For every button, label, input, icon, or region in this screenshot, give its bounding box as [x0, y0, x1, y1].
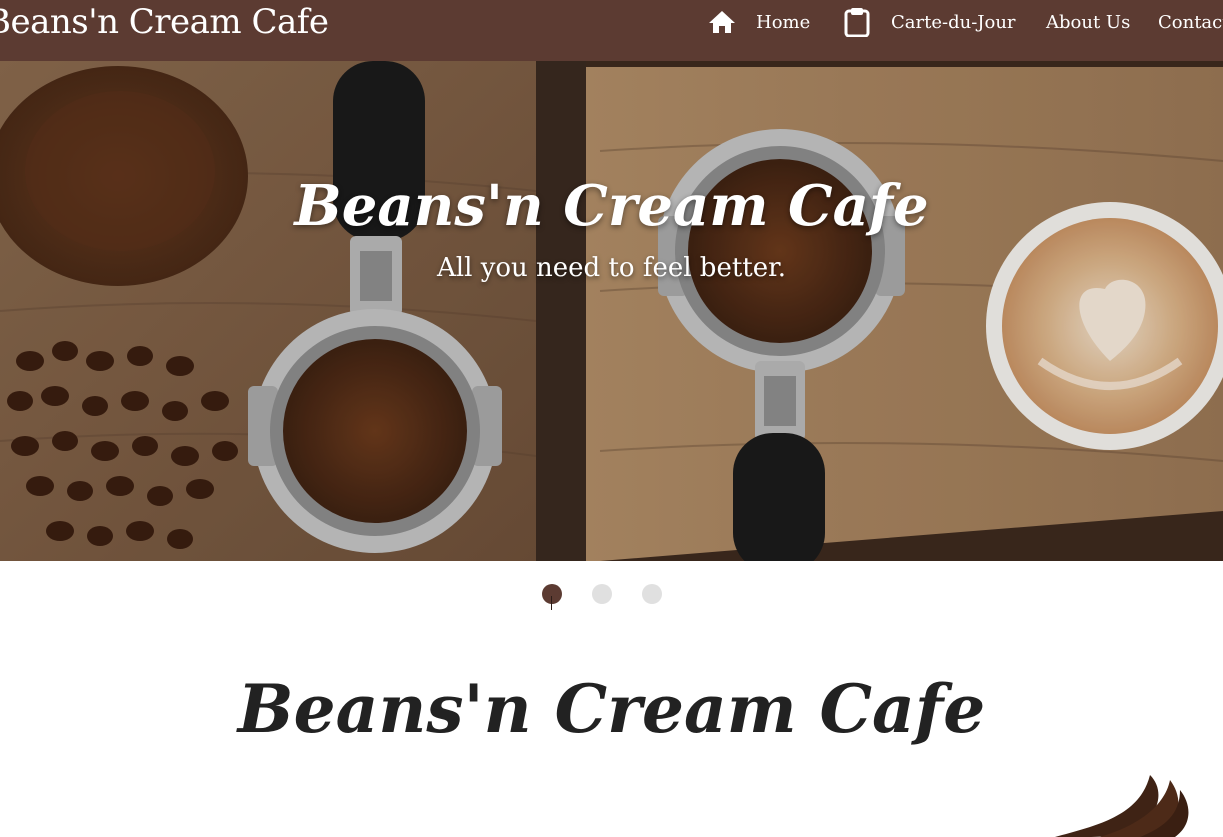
nav-about-label: About Us — [1046, 11, 1131, 33]
brand-title[interactable]: Beans'n Cream Cafe — [0, 0, 329, 44]
steam-swirl-icon — [1055, 775, 1189, 837]
hero-subtitle: All you need to feel better. — [437, 253, 786, 283]
nav-home-label: Home — [756, 11, 811, 33]
nav-home[interactable]: Home — [708, 0, 810, 44]
cursor-text-caret — [551, 596, 552, 610]
nav-contact-label: Contact — [1158, 11, 1223, 33]
hero-coffee-image — [0, 61, 1223, 561]
nav-about-us[interactable]: About Us — [1046, 0, 1130, 44]
nav-contact[interactable]: Contact — [1158, 0, 1223, 44]
carousel-indicator-2[interactable] — [592, 584, 612, 604]
carousel-indicator-3[interactable] — [642, 584, 662, 604]
top-navbar: Beans'n Cream Cafe Home Carte-du-Jour Ab… — [0, 0, 1223, 61]
section-title: Beans'n Cream Cafe — [237, 670, 986, 748]
hero-title: Beans'n Cream Cafe — [294, 173, 929, 239]
clipboard-icon — [843, 7, 871, 37]
carousel-indicator-1[interactable] — [542, 584, 562, 604]
nav-carte-label: Carte-du-Jour — [891, 11, 1016, 33]
home-icon — [708, 10, 736, 34]
nav-carte-du-jour[interactable]: Carte-du-Jour — [843, 0, 1016, 44]
hero-carousel[interactable]: Beans'n Cream Cafe All you need to feel … — [0, 61, 1223, 561]
